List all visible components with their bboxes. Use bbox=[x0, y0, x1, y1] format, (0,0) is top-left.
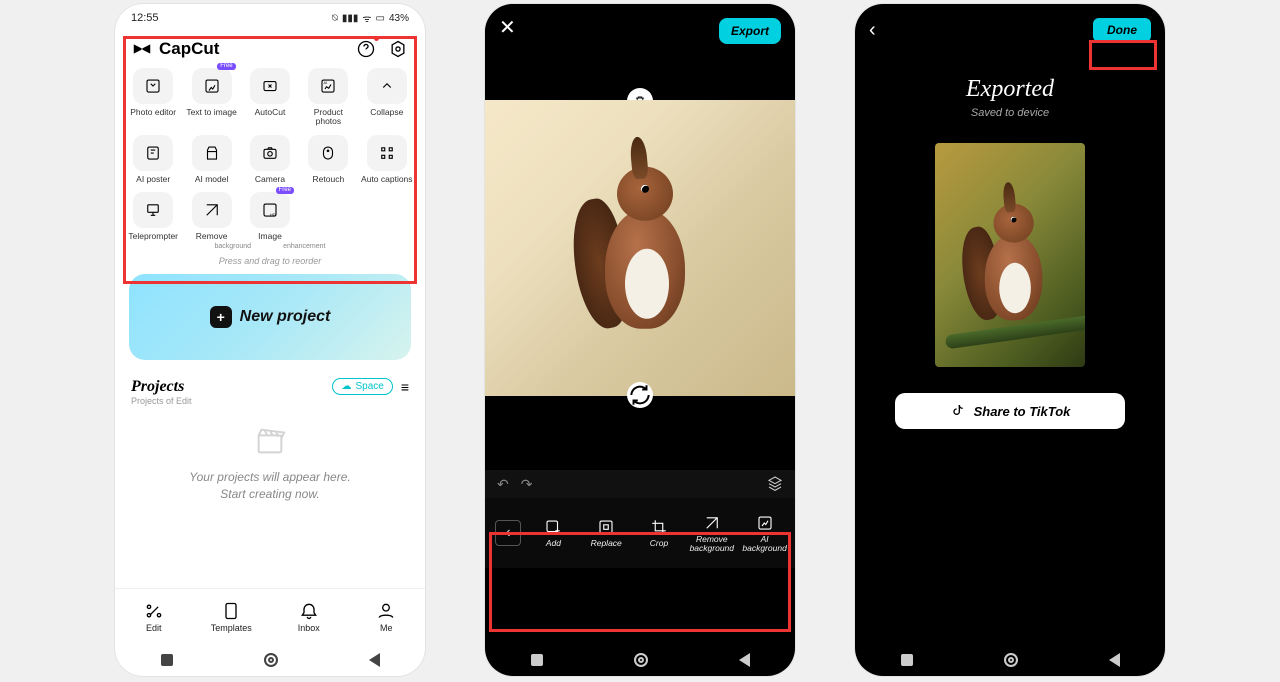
editor-midbar bbox=[485, 396, 795, 470]
toolbar-back-button[interactable]: ‹ bbox=[495, 520, 521, 546]
recent-apps-button[interactable] bbox=[531, 654, 543, 666]
layers-button[interactable] bbox=[767, 475, 783, 494]
settings-button[interactable] bbox=[387, 38, 409, 60]
status-icons: ⍉ ▮▮▮ ᯤ ▭ 43% bbox=[332, 11, 409, 25]
back-button[interactable]: ‹ bbox=[869, 19, 876, 42]
tool-auto-captions[interactable]: Auto captions bbox=[359, 133, 415, 186]
wifi-icon: ᯤ bbox=[362, 11, 371, 25]
android-nav-bar bbox=[855, 644, 1165, 676]
squirrel-image bbox=[963, 184, 1057, 335]
redo-button[interactable]: ↷ bbox=[521, 476, 533, 493]
bottom-toolbar: ‹ Add Replace Crop Remove background AI … bbox=[485, 498, 795, 568]
recent-apps-button[interactable] bbox=[161, 654, 173, 666]
phone-screen-3-exported: ‹ Done Exported Saved to device Share to… bbox=[855, 4, 1165, 676]
tool-crop[interactable]: Crop bbox=[633, 518, 686, 548]
phone-screen-1-capcut-home: 12:55 ⍉ ▮▮▮ ᯤ ▭ 43% CapCut Photo editor … bbox=[115, 4, 425, 676]
tools-grid: Photo editor FreeText to image AutoCut A… bbox=[115, 62, 425, 243]
tool-camera[interactable]: Camera bbox=[242, 133, 298, 186]
empty-state: Your projects will appear here. Start cr… bbox=[115, 406, 425, 520]
history-bar: ↶ ↷ bbox=[485, 470, 795, 498]
free-badge: Free bbox=[276, 187, 294, 194]
capcut-logo: CapCut bbox=[131, 38, 219, 60]
battery-pct: 43% bbox=[389, 13, 409, 24]
tool-ai-background[interactable]: AI background bbox=[738, 514, 791, 553]
share-tiktok-button[interactable]: Share to TikTok bbox=[895, 393, 1125, 429]
app-header: CapCut bbox=[115, 32, 425, 62]
exported-header: Exported Saved to device bbox=[855, 46, 1165, 125]
back-button[interactable] bbox=[369, 653, 380, 667]
export-topbar: ‹ Done bbox=[855, 4, 1165, 46]
refresh-icon bbox=[627, 382, 653, 408]
free-badge: Free bbox=[217, 63, 235, 70]
android-nav-bar bbox=[485, 644, 795, 676]
plus-icon: + bbox=[210, 306, 232, 328]
status-time: 12:55 bbox=[131, 12, 159, 24]
tool-ai-model[interactable]: AI model bbox=[183, 133, 239, 186]
undo-button[interactable]: ↶ bbox=[497, 476, 509, 493]
svg-text:HD: HD bbox=[270, 213, 276, 217]
tool-ai-poster[interactable]: AI poster bbox=[125, 133, 181, 186]
bottom-nav: Edit Templates Inbox Me bbox=[115, 588, 425, 644]
space-button[interactable]: ☁ Space bbox=[332, 378, 392, 395]
tool-collapse[interactable]: Collapse bbox=[359, 66, 415, 129]
tool-add[interactable]: Add bbox=[527, 518, 580, 548]
tool-image-enhancement[interactable]: FreeHDImage bbox=[242, 190, 298, 243]
back-button[interactable] bbox=[739, 653, 750, 667]
dnd-icon: ⍉ bbox=[332, 13, 338, 24]
nav-me[interactable]: Me bbox=[348, 589, 426, 644]
projects-title: Projects bbox=[131, 378, 192, 396]
nav-inbox[interactable]: Inbox bbox=[270, 589, 348, 644]
tool-teleprompter[interactable]: Teleprompter bbox=[125, 190, 181, 243]
battery-icon: ▭ bbox=[376, 13, 385, 24]
android-nav-bar bbox=[115, 644, 425, 676]
tool-product-photos[interactable]: AIProduct photos bbox=[300, 66, 356, 129]
signal-icon: ▮▮▮ bbox=[342, 13, 359, 24]
cloud-icon: ☁ bbox=[341, 381, 351, 392]
squirrel-image bbox=[575, 139, 705, 349]
exported-thumbnail[interactable] bbox=[935, 143, 1085, 367]
tool-text-to-image[interactable]: FreeText to image bbox=[183, 66, 239, 129]
tiktok-icon bbox=[950, 403, 966, 419]
compare-button[interactable] bbox=[627, 382, 653, 408]
tool-remove-background[interactable]: Remove background bbox=[685, 514, 738, 553]
nav-edit[interactable]: Edit bbox=[115, 589, 193, 644]
clapperboard-icon bbox=[253, 424, 287, 458]
projects-header: Projects Projects of Edit ☁ Space ≡ bbox=[115, 366, 425, 406]
exported-subtitle: Saved to device bbox=[855, 107, 1165, 119]
close-button[interactable]: ✕ bbox=[499, 18, 516, 38]
help-button[interactable] bbox=[355, 38, 377, 60]
reorder-hint: Press and drag to reorder bbox=[115, 256, 425, 266]
status-bar: 12:55 ⍉ ▮▮▮ ᯤ ▭ 43% bbox=[115, 4, 425, 32]
tool-photo-editor[interactable]: Photo editor bbox=[125, 66, 181, 129]
home-button[interactable] bbox=[1004, 653, 1018, 667]
back-button[interactable] bbox=[1109, 653, 1120, 667]
tool-retouch[interactable]: Retouch bbox=[300, 133, 356, 186]
canvas-image[interactable] bbox=[485, 100, 795, 396]
export-button[interactable]: Export bbox=[719, 18, 781, 44]
notification-dot bbox=[374, 36, 379, 41]
tool-replace[interactable]: Replace bbox=[580, 518, 633, 548]
done-button[interactable]: Done bbox=[1093, 18, 1151, 42]
phone-screen-2-editor: ✕ Export ↶ ↷ ‹ Add Replace Crop Remove b… bbox=[485, 4, 795, 676]
svg-text:AI: AI bbox=[324, 81, 328, 85]
tool-autocut[interactable]: AutoCut bbox=[242, 66, 298, 129]
editor-topbar: ✕ Export bbox=[485, 4, 795, 100]
tool-remove-background[interactable]: Remove bbox=[183, 190, 239, 243]
nav-templates[interactable]: Templates bbox=[193, 589, 271, 644]
recent-apps-button[interactable] bbox=[901, 654, 913, 666]
sort-icon[interactable]: ≡ bbox=[401, 379, 409, 395]
exported-title: Exported bbox=[855, 76, 1165, 103]
new-project-button[interactable]: + New project bbox=[129, 274, 411, 360]
home-button[interactable] bbox=[264, 653, 278, 667]
home-button[interactable] bbox=[634, 653, 648, 667]
